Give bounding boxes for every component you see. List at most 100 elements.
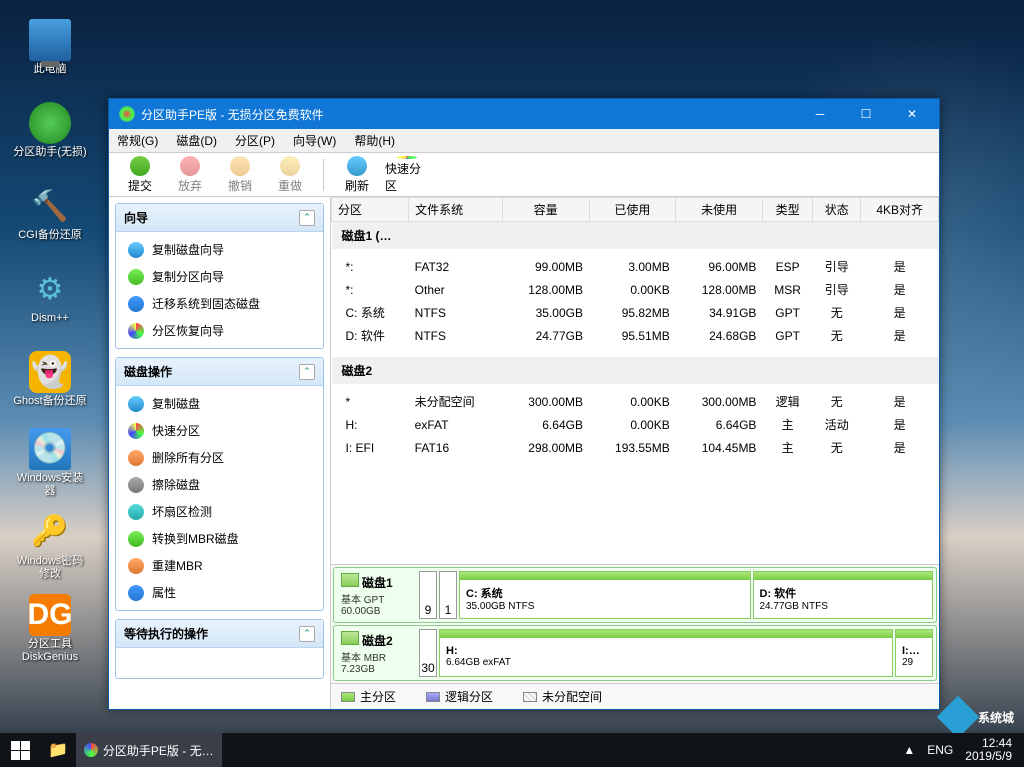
- start-button[interactable]: [0, 733, 40, 767]
- titlebar[interactable]: 分区助手PE版 - 无损分区免费软件 ─ ☐ ✕: [109, 99, 939, 129]
- menu-item[interactable]: 分区(P): [235, 132, 275, 149]
- column-header[interactable]: 4KB对齐: [861, 198, 939, 222]
- toolbar-刷新[interactable]: 刷新: [334, 155, 380, 195]
- toolbar-icon: [397, 156, 417, 159]
- toolbar-放弃[interactable]: 放弃: [167, 155, 213, 195]
- disk1-row[interactable]: 磁盘1 基本 GPT 60.00GB 91C: 系统35.00GB NTFSD:…: [333, 567, 937, 623]
- partition-block[interactable]: C: 系统35.00GB NTFS: [459, 571, 751, 619]
- diskops-panel-title: 磁盘操作: [124, 363, 172, 380]
- menu-item[interactable]: 磁盘(D): [176, 132, 217, 149]
- desktop-icon[interactable]: DG分区工具DiskGenius: [10, 591, 90, 666]
- toolbar-icon: [180, 156, 200, 176]
- panel-item[interactable]: 复制分区向导: [120, 263, 319, 290]
- maximize-button[interactable]: ☐: [843, 99, 889, 129]
- partition-row[interactable]: I: EFIFAT16298.00MB193.55MB104.45MB主无是: [332, 436, 939, 459]
- panel-item[interactable]: 快速分区: [120, 417, 319, 444]
- column-header[interactable]: 文件系统: [409, 198, 503, 222]
- collapse-icon[interactable]: ⌃: [299, 210, 315, 226]
- partition-block[interactable]: D: 软件24.77GB NTFS: [753, 571, 934, 619]
- column-header[interactable]: 状态: [813, 198, 861, 222]
- panel-item[interactable]: 擦除磁盘: [120, 471, 319, 498]
- system-tray[interactable]: ▲ ENG 12:44 2019/5/9: [891, 737, 1024, 763]
- partition-row[interactable]: *:FAT3299.00MB3.00MB96.00MBESP引导是: [332, 255, 939, 278]
- icon: 🔨: [29, 185, 71, 227]
- app-icon: [119, 106, 135, 122]
- icon: 💿: [29, 428, 71, 470]
- panel-item[interactable]: 复制磁盘向导: [120, 236, 319, 263]
- partition-row[interactable]: C: 系统NTFS35.00GB95.82MB34.91GBGPT无是: [332, 301, 939, 324]
- partition-block[interactable]: H:6.64GB exFAT: [439, 629, 893, 677]
- desktop-icon[interactable]: 👻Ghost备份还原: [10, 342, 90, 417]
- toolbar-icon: [230, 156, 250, 176]
- tray-indicator[interactable]: ▲: [903, 743, 915, 757]
- taskbar-explorer[interactable]: 📁: [40, 733, 76, 767]
- disk-header-row[interactable]: 磁盘1 (…: [332, 222, 939, 250]
- panel-item[interactable]: 迁移系统到固态磁盘: [120, 290, 319, 317]
- desktop-icon[interactable]: 🔨CGI备份还原: [10, 176, 90, 251]
- toolbar-重做[interactable]: 重做: [267, 155, 313, 195]
- logical-swatch: [426, 692, 440, 702]
- collapse-icon[interactable]: ⌃: [299, 626, 315, 642]
- column-header[interactable]: 分区: [332, 198, 409, 222]
- partition-block[interactable]: I:…29: [895, 629, 933, 677]
- panel-item-icon: [128, 450, 144, 466]
- tiny-partition[interactable]: 30: [419, 629, 437, 677]
- partition-row[interactable]: *:Other128.00MB0.00KB128.00MBMSR引导是: [332, 278, 939, 301]
- column-header[interactable]: 已使用: [589, 198, 676, 222]
- toolbar-撤销[interactable]: 撤销: [217, 155, 263, 195]
- legend: 主分区 逻辑分区 未分配空间: [331, 683, 939, 709]
- pending-panel: 等待执行的操作 ⌃: [115, 619, 324, 679]
- menu-item[interactable]: 帮助(H): [354, 132, 395, 149]
- desktop-icon[interactable]: ⚙Dism++: [10, 259, 90, 334]
- panel-item[interactable]: 复制磁盘: [120, 390, 319, 417]
- panel-item[interactable]: 属性: [120, 579, 319, 606]
- panel-item[interactable]: 转换到MBR磁盘: [120, 525, 319, 552]
- minimize-button[interactable]: ─: [797, 99, 843, 129]
- partition-row[interactable]: D: 软件NTFS24.77GB95.51MB24.68GBGPT无是: [332, 324, 939, 347]
- desktop-icon[interactable]: 🔑Windows密码修改: [10, 508, 90, 583]
- partition-row[interactable]: H:exFAT6.64GB0.00KB6.64GB主活动是: [332, 413, 939, 436]
- toolbar-提交[interactable]: 提交: [117, 155, 163, 195]
- column-header[interactable]: 容量: [502, 198, 589, 222]
- watermark: 系统城: [943, 702, 1014, 732]
- menu-item[interactable]: 常规(G): [117, 132, 158, 149]
- toolbar-快速分区[interactable]: 快速分区: [384, 155, 430, 195]
- panel-item[interactable]: 删除所有分区: [120, 444, 319, 471]
- icon: DG: [29, 594, 71, 636]
- toolbar-icon: [130, 156, 150, 176]
- column-header[interactable]: 类型: [762, 198, 812, 222]
- panel-item[interactable]: 坏扇区检测: [120, 498, 319, 525]
- desktop-icon[interactable]: 分区助手(无损): [10, 93, 90, 168]
- panel-item[interactable]: 分区恢复向导: [120, 317, 319, 344]
- taskbar: 📁 分区助手PE版 - 无… ▲ ENG 12:44 2019/5/9: [0, 733, 1024, 767]
- collapse-icon[interactable]: ⌃: [299, 364, 315, 380]
- menu-item[interactable]: 向导(W): [293, 132, 336, 149]
- panel-item[interactable]: 重建MBR: [120, 552, 319, 579]
- pending-panel-title: 等待执行的操作: [124, 625, 208, 642]
- taskbar-app-active[interactable]: 分区助手PE版 - 无…: [76, 733, 222, 767]
- window-title: 分区助手PE版 - 无损分区免费软件: [141, 106, 797, 123]
- desktop-icon[interactable]: 💿Windows安装器: [10, 425, 90, 500]
- tiny-partition[interactable]: 1: [439, 571, 457, 619]
- disk-map: 磁盘1 基本 GPT 60.00GB 91C: 系统35.00GB NTFSD:…: [331, 564, 939, 709]
- clock[interactable]: 12:44 2019/5/9: [965, 737, 1012, 763]
- main-area: 分区文件系统容量已使用未使用类型状态4KB对齐 磁盘1 (… *:FAT3299.…: [331, 197, 939, 709]
- toolbar: 提交放弃撤销重做刷新快速分区: [109, 153, 939, 197]
- toolbar-icon: [347, 156, 367, 176]
- column-header[interactable]: 未使用: [676, 198, 763, 222]
- tiny-partition[interactable]: 9: [419, 571, 437, 619]
- panel-item-icon: [128, 585, 144, 601]
- desktop-icon[interactable]: 此电脑: [10, 10, 90, 85]
- disk2-row[interactable]: 磁盘2 基本 MBR 7.23GB 30H:6.64GB exFATI:…29: [333, 625, 937, 681]
- partition-table[interactable]: 分区文件系统容量已使用未使用类型状态4KB对齐 磁盘1 (… *:FAT3299.…: [331, 197, 939, 564]
- panel-item-icon: [128, 242, 144, 258]
- language-indicator[interactable]: ENG: [927, 743, 953, 757]
- disk-icon: [341, 573, 359, 587]
- disk-header-row[interactable]: 磁盘2: [332, 357, 939, 384]
- diskops-panel: 磁盘操作 ⌃ 复制磁盘快速分区删除所有分区擦除磁盘坏扇区检测转换到MBR磁盘重建M…: [115, 357, 324, 611]
- menubar: 常规(G) 磁盘(D) 分区(P) 向导(W) 帮助(H): [109, 129, 939, 153]
- partition-row[interactable]: *未分配空间300.00MB0.00KB300.00MB逻辑无是: [332, 390, 939, 413]
- panel-item-icon: [128, 558, 144, 574]
- close-button[interactable]: ✕: [889, 99, 935, 129]
- icon: [29, 102, 71, 144]
